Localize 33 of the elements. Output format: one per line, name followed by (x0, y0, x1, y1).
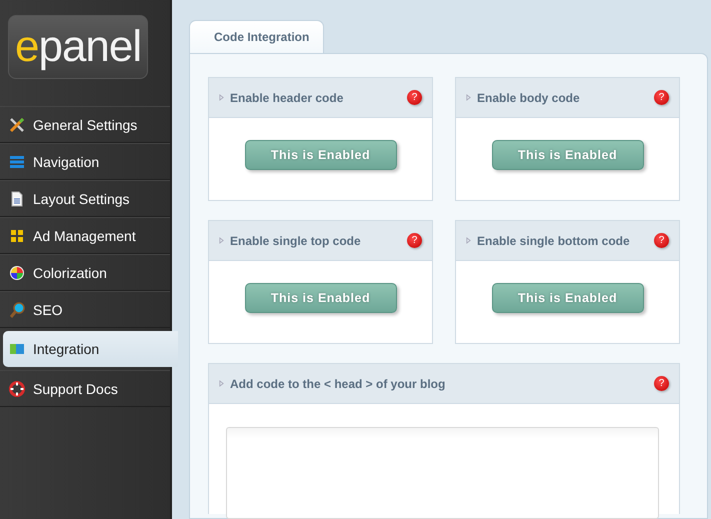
bullet-icon (466, 94, 471, 101)
sidebar-item[interactable]: Support Docs (0, 370, 170, 407)
sidebar-item[interactable]: SEO (0, 291, 170, 328)
bullet-icon (219, 94, 224, 101)
help-button[interactable]: ? (407, 90, 422, 105)
help-button[interactable]: ? (654, 233, 669, 248)
option-title: Add code to the < head > of your blog (230, 376, 446, 390)
help-button[interactable]: ? (654, 90, 669, 105)
sidebar-item[interactable]: Ad Management (0, 217, 170, 254)
list-icon (9, 154, 25, 170)
search-icon (9, 302, 25, 318)
bullet-icon (219, 237, 224, 244)
sidebar-item[interactable]: Navigation (0, 143, 170, 180)
grid-icon (9, 228, 25, 244)
tab[interactable]: Code Integration (189, 20, 324, 53)
option-title: Enable header code (230, 90, 344, 104)
document-icon (9, 190, 25, 206)
lifebuoy-icon (9, 380, 25, 396)
option-title: Enable single bottom code (477, 234, 631, 248)
bullet-icon (219, 380, 224, 387)
help-button[interactable]: ? (654, 376, 669, 391)
tools-icon (9, 116, 25, 132)
help-button[interactable]: ? (407, 233, 422, 248)
sidebar-item[interactable]: Integration (3, 331, 178, 367)
code-field[interactable] (226, 427, 659, 519)
bullet-icon (466, 237, 471, 244)
sidebar-item[interactable]: General Settings (0, 106, 170, 143)
option-title: Enable single top code (230, 234, 362, 248)
logo: epanel (8, 15, 148, 79)
option-title: Enable body code (477, 90, 581, 104)
sidebar-item[interactable]: Layout Settings (0, 180, 170, 217)
sidebar-item[interactable]: Colorization (0, 254, 170, 291)
color-wheel-icon (9, 264, 25, 280)
